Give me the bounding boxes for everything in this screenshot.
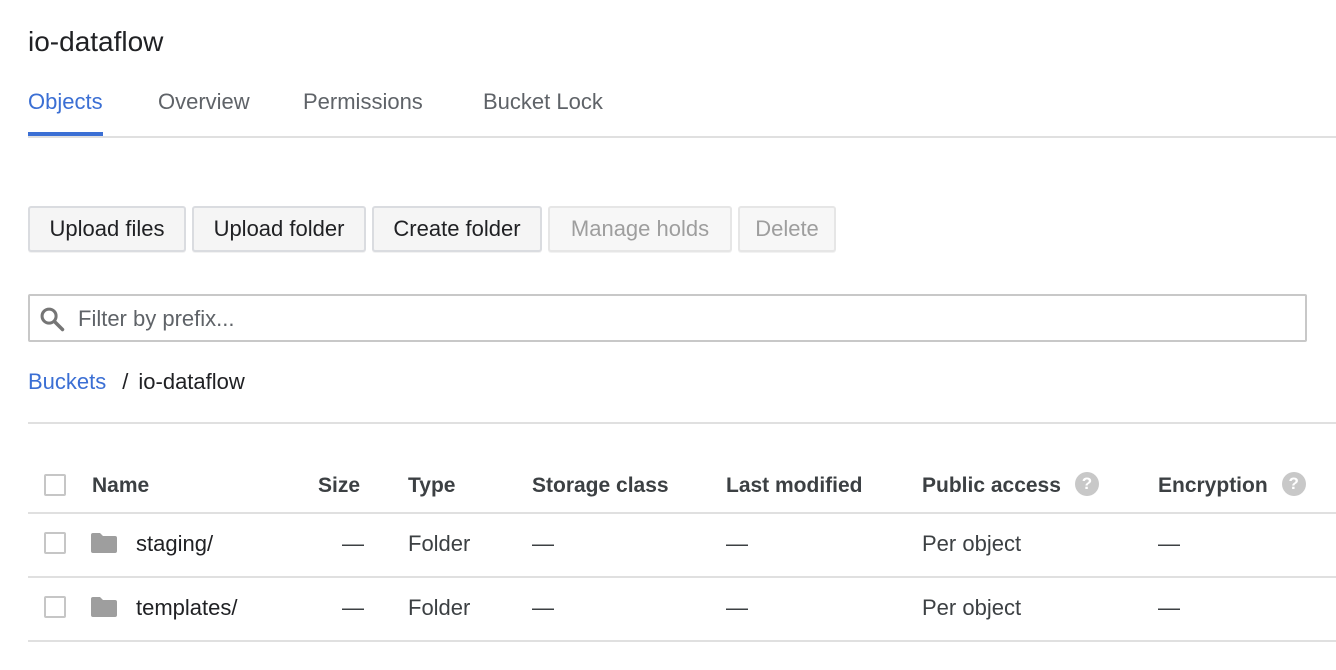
cell-storage-class: — [532,595,554,620]
folder-name-link[interactable]: templates/ [136,576,238,640]
help-icon[interactable]: ? [1281,472,1306,497]
folder-name-link[interactable]: staging/ [136,512,213,576]
breadcrumb-separator: / [122,369,129,394]
column-header-last-modified[interactable]: Last modified [726,460,863,512]
cell-size: — [342,595,364,620]
column-header-public-access-label: Public access [922,474,1061,497]
cell-encryption: — [1158,595,1180,620]
column-header-size[interactable]: Size [318,460,360,512]
cell-public-access: Per object [922,531,1022,556]
cell-encryption: — [1158,531,1180,556]
cell-type: Folder [408,595,471,620]
breadcrumb-current: io-dataflow [138,369,245,394]
row-checkbox[interactable] [44,596,66,618]
row-checkbox[interactable] [44,532,66,554]
table-header-row: Name Size Type Storage class Last modifi… [28,460,1336,514]
upload-files-button[interactable]: Upload files [28,206,186,252]
column-header-name[interactable]: Name [92,460,149,512]
cell-last-modified: — [726,531,748,556]
folder-icon [91,597,117,617]
help-icon[interactable]: ? [1074,472,1099,497]
delete-button[interactable]: Delete [738,206,836,252]
upload-folder-button[interactable]: Upload folder [192,206,366,252]
select-all-checkbox[interactable] [44,474,66,496]
tab-objects[interactable]: Objects [28,78,103,136]
tab-bar: Objects Overview Permissions Bucket Lock [28,78,1336,138]
cell-type: Folder [408,531,471,556]
column-header-public-access[interactable]: Public access? [922,460,1099,512]
column-header-encryption-label: Encryption [1158,474,1268,497]
cell-storage-class: — [532,531,554,556]
column-header-encryption[interactable]: Encryption? [1158,460,1306,512]
tab-overview[interactable]: Overview [158,78,250,134]
manage-holds-button[interactable]: Manage holds [548,206,732,252]
filter-box [28,294,1307,342]
column-header-storage-class[interactable]: Storage class [532,460,669,512]
column-header-type[interactable]: Type [408,460,455,512]
cell-last-modified: — [726,595,748,620]
cell-size: — [342,531,364,556]
tab-permissions[interactable]: Permissions [303,78,423,134]
search-icon [40,307,65,332]
divider [28,422,1336,424]
tab-bucket-lock[interactable]: Bucket Lock [483,78,603,134]
breadcrumb-link-buckets[interactable]: Buckets [28,369,106,394]
folder-icon [91,533,117,553]
table-row[interactable]: staging/ — Folder — — Per object — [28,512,1336,578]
page-title: io-dataflow [28,26,164,57]
cell-public-access: Per object [922,595,1022,620]
breadcrumb: Buckets / io-dataflow [28,366,245,398]
table-row[interactable]: templates/ — Folder — — Per object — [28,576,1336,642]
filter-input[interactable] [76,298,1280,340]
create-folder-button[interactable]: Create folder [372,206,542,252]
